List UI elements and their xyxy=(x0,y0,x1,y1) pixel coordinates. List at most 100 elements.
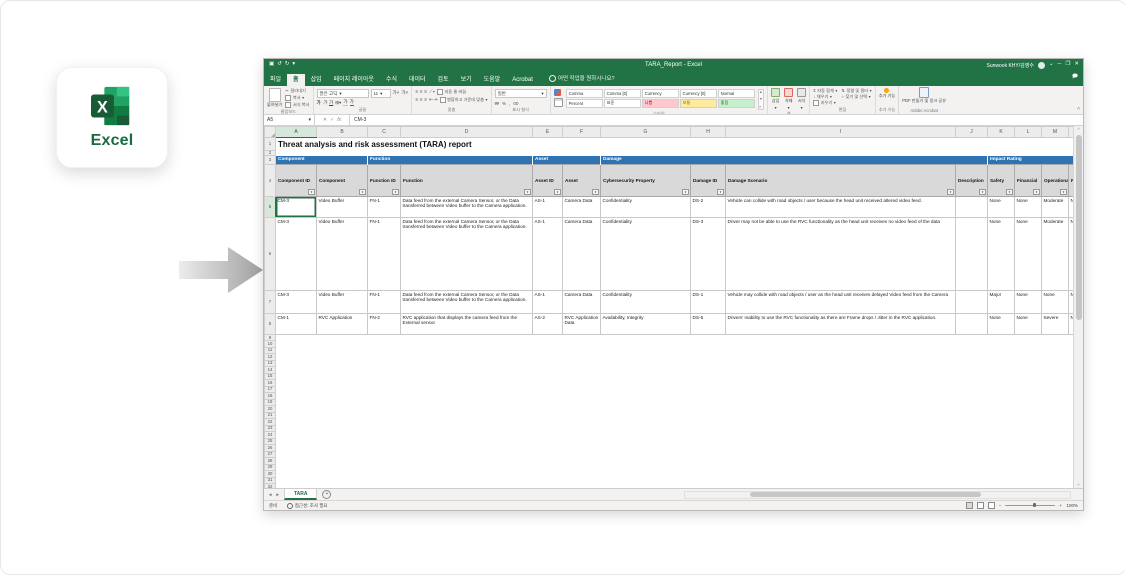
shrink-font-button[interactable]: 가˅ xyxy=(401,91,408,96)
cell[interactable]: Vehicle may collide with road objects / … xyxy=(726,291,956,314)
tab-help[interactable]: 도움말 xyxy=(478,74,507,86)
cell[interactable]: None xyxy=(1015,197,1042,218)
conditional-formatting-button[interactable] xyxy=(554,89,563,96)
tab-view[interactable]: 보기 xyxy=(455,74,478,86)
header-cybersecurity-property[interactable]: Cybersecurity Property▾ xyxy=(601,165,691,197)
filter-icon[interactable]: ▾ xyxy=(592,189,599,196)
column-header-m[interactable]: M xyxy=(1042,127,1069,138)
filter-icon[interactable]: ▾ xyxy=(717,189,724,196)
column-header-f[interactable]: F xyxy=(563,127,601,138)
cell[interactable]: FN-1 xyxy=(368,218,401,291)
scroll-down-icon[interactable]: ˅ xyxy=(1074,483,1083,487)
addins-button[interactable]: 추가 기능 xyxy=(879,87,896,99)
normal-view-icon[interactable] xyxy=(966,502,973,509)
scroll-up-icon[interactable]: ˄ xyxy=(1074,127,1083,131)
cell[interactable]: AS-1 xyxy=(533,197,563,218)
column-header-j[interactable]: J xyxy=(956,127,988,138)
tell-me-search[interactable]: 어떤 작업을 원하시나요? xyxy=(549,74,615,86)
style-comma[interactable]: Comma xyxy=(566,89,603,98)
cell[interactable]: AS-1 xyxy=(533,291,563,314)
format-as-table-button[interactable] xyxy=(554,98,563,107)
fill-color-button[interactable]: 가 xyxy=(343,100,347,106)
cell[interactable]: Data feed from the external Camera Senso… xyxy=(401,218,533,291)
formula-input[interactable]: CM-3 xyxy=(350,115,1083,125)
header-financial[interactable]: Financial▾ xyxy=(1015,165,1042,197)
new-sheet-button[interactable]: + xyxy=(322,489,331,500)
indent-buttons[interactable]: ⇤⇥ xyxy=(429,98,437,103)
close-icon[interactable]: ✕ xyxy=(1074,62,1079,68)
borders-button[interactable]: ⊞▾ xyxy=(335,101,341,106)
column-header-l[interactable]: L xyxy=(1015,127,1042,138)
cell[interactable] xyxy=(956,218,988,291)
cell[interactable]: FN-1 xyxy=(368,197,401,218)
cell[interactable]: DS-2 xyxy=(691,197,726,218)
tab-home[interactable]: 홈 xyxy=(287,74,305,86)
name-box[interactable]: A5 ▾ xyxy=(264,115,315,125)
save-icon[interactable]: ▣ xyxy=(269,62,274,68)
underline-button[interactable]: 가 xyxy=(329,101,333,106)
style-normal[interactable]: Normal xyxy=(718,89,755,98)
cancel-icon[interactable]: ✕ xyxy=(323,117,327,123)
cell[interactable] xyxy=(956,197,988,218)
column-header-d[interactable]: D xyxy=(401,127,533,138)
redo-icon[interactable]: ↻ xyxy=(285,62,290,68)
cell[interactable]: None xyxy=(1015,218,1042,291)
cell[interactable] xyxy=(956,314,988,335)
header-function[interactable]: Function▾ xyxy=(401,165,533,197)
wrap-text-button[interactable]: 자동 줄 바꿈 xyxy=(437,89,466,95)
cell[interactable]: Driver may not be able to use the RVC fu… xyxy=(726,218,956,291)
band-damage[interactable]: Damage xyxy=(601,156,988,165)
create-pdf-button[interactable]: PDF 만들기 및 링크 공유 xyxy=(902,87,946,104)
column-header-k[interactable]: K xyxy=(988,127,1015,138)
sort-filter-button[interactable]: ⇅정렬 및 필터 ▾ xyxy=(841,89,871,93)
cell[interactable]: Video Buffer xyxy=(317,291,368,314)
style-standard[interactable]: 표준 xyxy=(604,99,641,108)
zoom-level[interactable]: 100% xyxy=(1066,503,1078,508)
fx-icon[interactable]: fx xyxy=(337,117,341,123)
style-currency[interactable]: Currency xyxy=(642,89,679,98)
tab-page-layout[interactable]: 페이지 레이아웃 xyxy=(328,74,380,86)
tab-data[interactable]: 데이터 xyxy=(403,74,432,86)
selected-cell-a5[interactable]: CM-3 xyxy=(276,197,317,218)
paste-button[interactable]: 붙여넣기 xyxy=(267,87,282,108)
cell[interactable]: AS-1 xyxy=(533,218,563,291)
cell[interactable]: Camera Data xyxy=(563,291,601,314)
row-header[interactable]: 5 xyxy=(265,197,276,218)
filter-icon[interactable]: ▾ xyxy=(1006,189,1013,196)
empty-cell[interactable] xyxy=(276,484,1074,488)
enter-icon[interactable]: ✓ xyxy=(330,117,334,123)
comments-icon[interactable]: 🗩 xyxy=(1072,73,1078,86)
cell[interactable]: None xyxy=(988,197,1015,218)
header-operational[interactable]: Operational▾ xyxy=(1042,165,1069,197)
horizontal-scrollbar[interactable] xyxy=(684,491,1071,499)
cell[interactable]: Camera Data xyxy=(563,218,601,291)
cell[interactable]: None xyxy=(988,218,1015,291)
cell[interactable]: Video Buffer xyxy=(317,197,368,218)
font-name-select[interactable]: 맑은 고딕▾ xyxy=(317,89,369,98)
filter-icon[interactable]: ▾ xyxy=(359,189,366,196)
cell[interactable]: AS-2 xyxy=(533,314,563,335)
cell[interactable]: CM-3 xyxy=(276,218,317,291)
cut-button[interactable]: ✂잘라내기 xyxy=(285,89,309,93)
horizontal-align-buttons[interactable]: ≡≡≡ xyxy=(415,98,427,103)
column-header-a[interactable]: A xyxy=(276,127,317,138)
style-comma0[interactable]: Comma [0] xyxy=(604,89,641,98)
header-component-id[interactable]: Component ID▾ xyxy=(276,165,317,197)
header-damage-scenario[interactable]: Damage Scenario▾ xyxy=(726,165,956,197)
cell[interactable]: Confidentiality xyxy=(601,218,691,291)
user-avatar[interactable] xyxy=(1038,62,1045,69)
cell[interactable]: RVC Application xyxy=(317,314,368,335)
style-neutral[interactable]: 보통 xyxy=(680,99,717,108)
cell[interactable]: None xyxy=(988,314,1015,335)
cell[interactable]: Drivers' inability to use the RVC functi… xyxy=(726,314,956,335)
cell[interactable]: RVC application that displays the camera… xyxy=(401,314,533,335)
cell[interactable] xyxy=(956,291,988,314)
cell[interactable]: Moderate xyxy=(1042,197,1069,218)
zoom-in-icon[interactable]: + xyxy=(1059,503,1062,508)
cell[interactable]: Vehicle can collide with road objects / … xyxy=(726,197,956,218)
font-size-select[interactable]: 11▾ xyxy=(371,89,391,98)
tab-review[interactable]: 검토 xyxy=(432,74,455,86)
copy-button[interactable]: 복사 ▾ xyxy=(285,95,309,101)
band-function[interactable]: Function xyxy=(368,156,533,165)
cell[interactable]: RVC Application Data xyxy=(563,314,601,335)
